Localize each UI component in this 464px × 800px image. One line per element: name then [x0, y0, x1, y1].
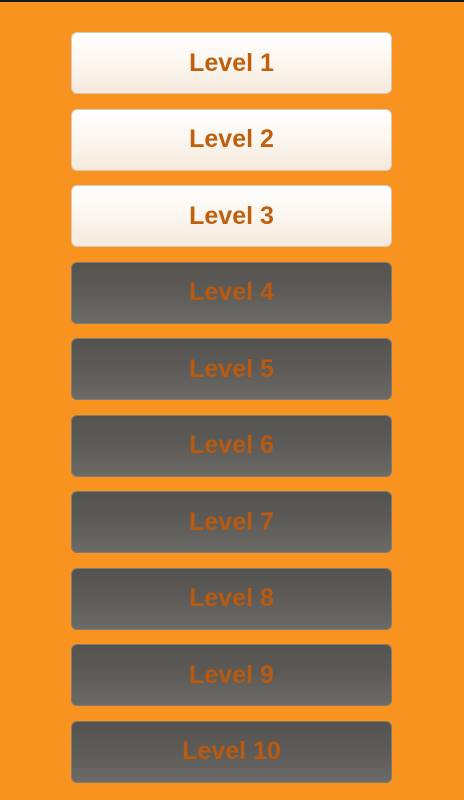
status-bar-edge: [0, 0, 464, 2]
level-button-2[interactable]: Level 2: [71, 108, 392, 171]
level-button-1[interactable]: Level 1: [71, 32, 392, 94]
level-button-9[interactable]: Level 9: [71, 644, 392, 706]
level-select-list: Level 1 Level 2 Level 3 Level 4 Level 5 …: [71, 32, 392, 797]
level-button-6[interactable]: Level 6: [71, 414, 392, 477]
level-button-5[interactable]: Level 5: [71, 338, 392, 400]
level-button-7[interactable]: Level 7: [71, 491, 392, 553]
level-button-10[interactable]: Level 10: [71, 720, 392, 783]
level-button-3[interactable]: Level 3: [71, 185, 392, 247]
level-button-4[interactable]: Level 4: [71, 261, 392, 324]
level-button-8[interactable]: Level 8: [71, 567, 392, 630]
